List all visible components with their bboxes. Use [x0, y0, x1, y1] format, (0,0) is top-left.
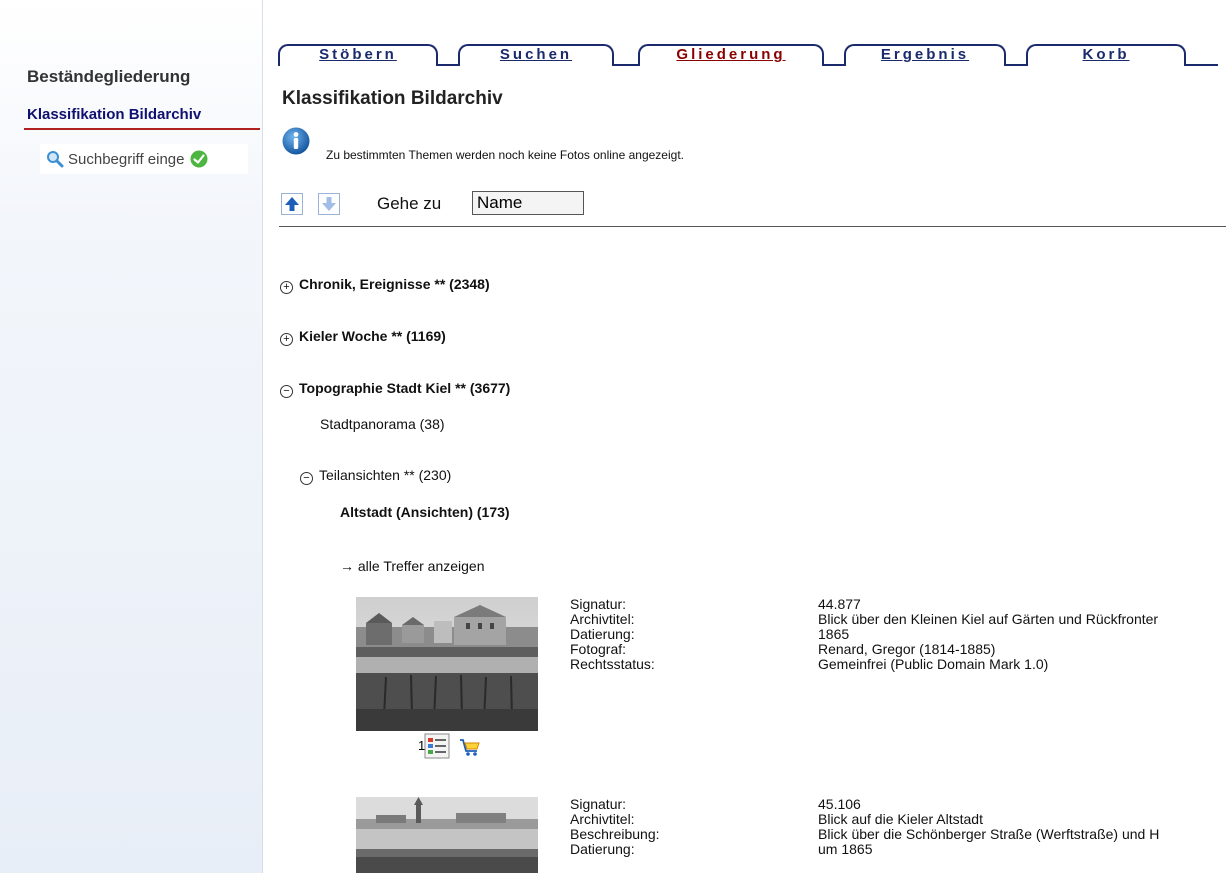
field-label: Rechtsstatus: — [570, 656, 655, 672]
tab-korb[interactable]: Korb — [1026, 44, 1186, 66]
record-thumbnail[interactable] — [356, 597, 538, 731]
record-thumbnail[interactable] — [356, 797, 538, 873]
tree-item-kieler-woche[interactable]: + Kieler Woche ** (1169) — [280, 328, 446, 346]
field-value: Blick auf die Kieler Altstadt — [818, 811, 983, 827]
cart-icon[interactable] — [459, 736, 481, 758]
field-label: Datierung: — [570, 841, 635, 857]
tree-item-chronik[interactable]: + Chronik, Ereignisse ** (2348) — [280, 276, 490, 294]
record-labels: Signatur: Archivtitel: Datierung: Fotogr… — [570, 597, 655, 672]
field-label: Signatur: — [570, 796, 627, 812]
goto-input[interactable] — [472, 191, 584, 215]
field-value: 1865 — [818, 626, 850, 642]
field-value: Gemeinfrei (Public Domain Mark 1.0) — [818, 656, 1049, 672]
field-value: um 1865 — [818, 841, 873, 857]
field-value: Blick über die Schönberger Straße (Werft… — [818, 826, 1160, 842]
field-label: Archivtitel: — [570, 611, 635, 627]
record-values: 45.106 Blick auf die Kieler Altstadt Bli… — [818, 797, 1159, 857]
field-value: Renard, Gregor (1814-1885) — [818, 641, 996, 657]
arrow-up-icon — [285, 197, 299, 211]
field-label: Beschreibung: — [570, 826, 660, 842]
tab-gliederung[interactable]: Gliederung — [638, 44, 824, 66]
field-label: Signatur: — [570, 596, 627, 612]
tab-suchen[interactable]: Suchen — [458, 44, 614, 66]
field-value: Blick über den Kleinen Kiel auf Gärten u… — [818, 611, 1159, 627]
goto-label: Gehe zu — [377, 194, 442, 213]
all-hits-link[interactable]: → alle Treffer anzeigen — [340, 558, 485, 574]
tab-stoebern[interactable]: Stöbern — [278, 44, 438, 66]
tree-label: Kieler Woche ** (1169) — [299, 328, 446, 344]
tree-item-stadtpanorama[interactable]: Stadtpanorama (38) — [320, 416, 445, 432]
record-item: Signatur: Archivtitel: Beschreibung: Dat… — [356, 797, 1226, 873]
record-values: 44.877 Blick über den Kleinen Kiel auf G… — [818, 597, 1158, 672]
field-value: 45.106 — [818, 796, 861, 812]
tab-ergebnis[interactable]: Ergebnis — [844, 44, 1006, 66]
tree-item-topographie[interactable]: − Topographie Stadt Kiel ** (3677) — [280, 380, 510, 398]
tree-item-teilansichten[interactable]: − Teilansichten ** (230) — [300, 467, 451, 485]
field-label: Fotograf: — [570, 641, 627, 657]
sidebar-divider — [24, 128, 260, 130]
info-icon — [282, 127, 310, 155]
record-labels: Signatur: Archivtitel: Beschreibung: Dat… — [570, 797, 660, 857]
checkmark-icon[interactable] — [190, 150, 208, 168]
field-value: 44.877 — [818, 596, 861, 612]
collapse-icon[interactable]: − — [280, 385, 293, 398]
expand-icon[interactable]: + — [280, 333, 293, 346]
field-label: Datierung: — [570, 626, 635, 642]
search-field[interactable]: Suchbegriff einge — [40, 144, 248, 174]
tree-label: Chronik, Ereignisse ** (2348) — [299, 276, 490, 292]
search-icon — [47, 151, 64, 168]
nav-up-button[interactable] — [281, 193, 303, 215]
tree-item-altstadt[interactable]: Altstadt (Ansichten) (173) — [340, 504, 510, 520]
nav-down-button[interactable] — [318, 193, 340, 215]
details-icon[interactable] — [424, 733, 450, 759]
divider — [279, 226, 1226, 227]
sidebar: Beständegliederung Klassifikation Bildar… — [0, 0, 263, 873]
expand-icon[interactable]: + — [280, 281, 293, 294]
tree-label: Topographie Stadt Kiel ** (3677) — [299, 380, 511, 396]
info-message: Zu bestimmten Themen werden noch keine F… — [326, 148, 684, 162]
search-input[interactable]: Suchbegriff einge — [68, 151, 184, 168]
collapse-icon[interactable]: − — [300, 472, 313, 485]
page-title: Klassifikation Bildarchiv — [282, 88, 503, 109]
sidebar-title: Beständegliederung — [27, 67, 191, 86]
field-label: Archivtitel: — [570, 811, 635, 827]
sidebar-item-klassifikation[interactable]: Klassifikation Bildarchiv — [27, 106, 201, 123]
tab-bar: Stöbern Suchen Gliederung Ergebnis Korb — [278, 42, 1226, 66]
record-item: 1. Signatur: Archivtitel: Datierung: Fot… — [356, 597, 1226, 767]
tree-label: Teilansichten ** (230) — [319, 467, 452, 483]
arrow-down-icon — [322, 197, 336, 211]
